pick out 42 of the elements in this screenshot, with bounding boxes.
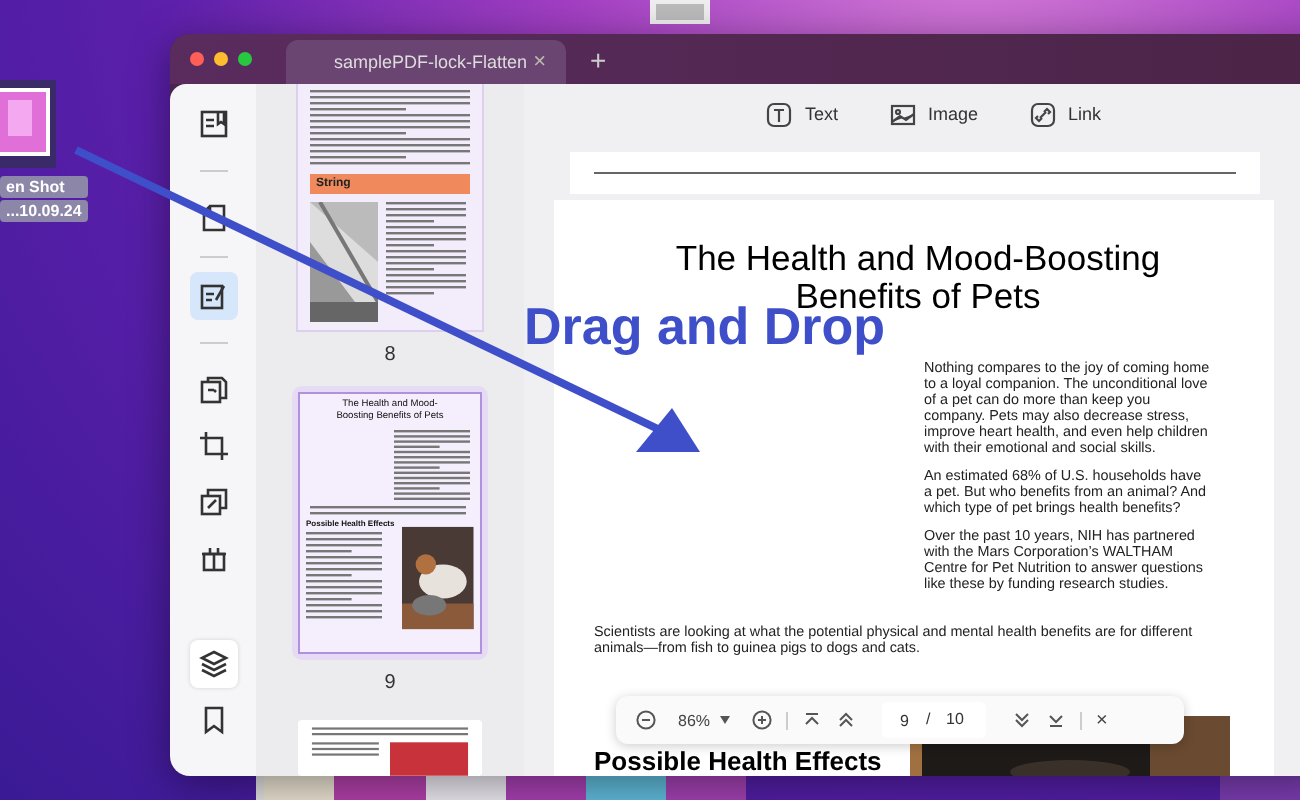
tab-title: samplePDF-lock-Flatten bbox=[334, 52, 528, 72]
close-button[interactable]: × bbox=[1096, 709, 1108, 731]
text-tool-button[interactable]: Text bbox=[762, 97, 842, 131]
tab-close-button[interactable]: × bbox=[533, 50, 546, 74]
last-page-button[interactable] bbox=[1046, 710, 1067, 730]
text-lines-drawing bbox=[306, 532, 382, 623]
zoom-in-button[interactable] bbox=[752, 710, 773, 730]
screenshot-file-icon[interactable] bbox=[0, 80, 56, 168]
zoom-out-button[interactable] bbox=[636, 710, 656, 730]
page-separator: / bbox=[926, 710, 931, 728]
page-number: 9 bbox=[384, 672, 396, 695]
file-label: en Shot bbox=[0, 176, 88, 198]
page-thumbnail[interactable] bbox=[298, 720, 482, 776]
image-tool-button[interactable]: Image bbox=[885, 97, 982, 131]
link-icon bbox=[1030, 101, 1056, 127]
edit-tool[interactable] bbox=[189, 272, 237, 320]
tools-icon bbox=[197, 542, 229, 574]
next-page-button[interactable] bbox=[1012, 710, 1033, 730]
text-icon bbox=[766, 101, 793, 127]
document-tab[interactable]: samplePDF-lock-Flatten × bbox=[286, 40, 566, 84]
edit-icon bbox=[197, 280, 229, 312]
previous-page-button[interactable] bbox=[836, 710, 857, 730]
page-number: 8 bbox=[384, 344, 396, 367]
zoom-dropdown[interactable]: 86% bbox=[678, 711, 731, 729]
organize-icon bbox=[197, 374, 229, 406]
layers-icon bbox=[197, 648, 229, 680]
reader-icon bbox=[197, 108, 229, 140]
comment-icon bbox=[197, 202, 229, 234]
page-count: 10 bbox=[946, 710, 964, 728]
zoom-window-button[interactable] bbox=[238, 52, 252, 66]
layers-tool[interactable] bbox=[189, 640, 237, 688]
image-icon bbox=[889, 101, 916, 127]
link-tool-button[interactable]: Link bbox=[1026, 97, 1106, 131]
close-window-button[interactable] bbox=[190, 52, 204, 66]
file-label: ...10.09.24 bbox=[0, 200, 88, 222]
crop-icon bbox=[197, 430, 229, 462]
first-page-button[interactable] bbox=[802, 710, 823, 730]
new-tab-button[interactable]: + bbox=[566, 44, 607, 84]
caret-icon bbox=[720, 716, 731, 724]
minimize-window-button[interactable] bbox=[214, 52, 228, 66]
section-heading: Possible Health Effects bbox=[594, 746, 882, 776]
ocr-icon bbox=[197, 486, 229, 518]
